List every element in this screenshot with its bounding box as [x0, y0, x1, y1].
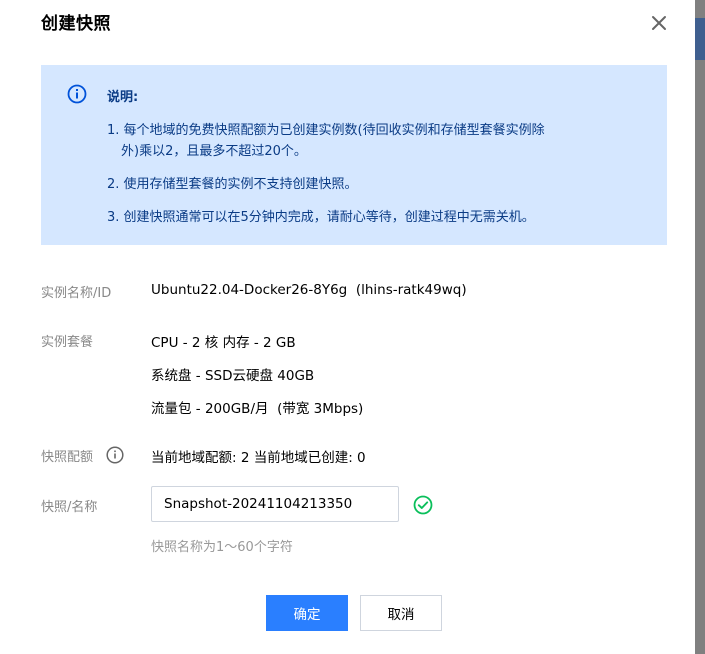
notice-item-1-cont: 外)乘以2，且最多不超过20个。	[121, 144, 307, 159]
instance-name-value: Ubuntu22.04-Docker26-8Y6g (lhins-ratk49w…	[151, 282, 467, 298]
snapshot-name-hint: 快照名称为1～60个字符	[151, 540, 293, 555]
check-circle-icon	[413, 495, 433, 515]
quota-value: 当前地域配额: 2 当前地域已创建: 0	[151, 450, 366, 466]
bundle-disk: 系统盘 - SSD云硬盘 40GB	[151, 368, 315, 384]
question-circle-icon[interactable]	[106, 446, 124, 464]
notice-item-2: 2. 使用存储型套餐的实例不支持创建快照。	[107, 177, 358, 192]
bundle-cpu: CPU - 2 核 内存 - 2 GB	[151, 335, 296, 351]
confirm-button[interactable]: 确定	[266, 595, 348, 631]
background-tab	[695, 18, 705, 60]
notice-list: 1. 每个地域的免费快照配额为已创建实例数(待回收实例和存储型套餐实例除 外)乘…	[107, 120, 627, 240]
create-snapshot-dialog: 创建快照 说明: 1. 每个地域的免费快照配额为已创建实例数(待回收实例和存储型…	[0, 0, 695, 654]
notice-item-1: 1. 每个地域的免费快照配额为已创建实例数(待回收实例和存储型套餐实例除	[107, 123, 545, 138]
dialog-title: 创建快照	[41, 14, 111, 34]
notice-box: 说明: 1. 每个地域的免费快照配额为已创建实例数(待回收实例和存储型套餐实例除…	[41, 65, 667, 245]
notice-item: 2. 使用存储型套餐的实例不支持创建快照。	[107, 174, 627, 195]
close-icon[interactable]	[648, 12, 670, 34]
bundle-traffic: 流量包 - 200GB/月 (带宽 3Mbps)	[151, 401, 364, 417]
snapshot-name-label: 快照/名称	[41, 500, 98, 515]
instance-name-label: 实例名称/ID	[41, 286, 112, 301]
notice-heading: 说明:	[107, 90, 139, 105]
quota-label: 快照配额	[41, 450, 94, 465]
notice-item: 3. 创建快照通常可以在5分钟内完成，请耐心等待，创建过程中无需关机。	[107, 207, 627, 228]
notice-item-3: 3. 创建快照通常可以在5分钟内完成，请耐心等待，创建过程中无需关机。	[107, 210, 535, 225]
notice-item: 1. 每个地域的免费快照配额为已创建实例数(待回收实例和存储型套餐实例除 外)乘…	[107, 120, 627, 162]
snapshot-name-input[interactable]	[151, 486, 399, 522]
info-icon	[67, 84, 87, 104]
bundle-label: 实例套餐	[41, 335, 94, 350]
cancel-button[interactable]: 取消	[360, 595, 442, 631]
